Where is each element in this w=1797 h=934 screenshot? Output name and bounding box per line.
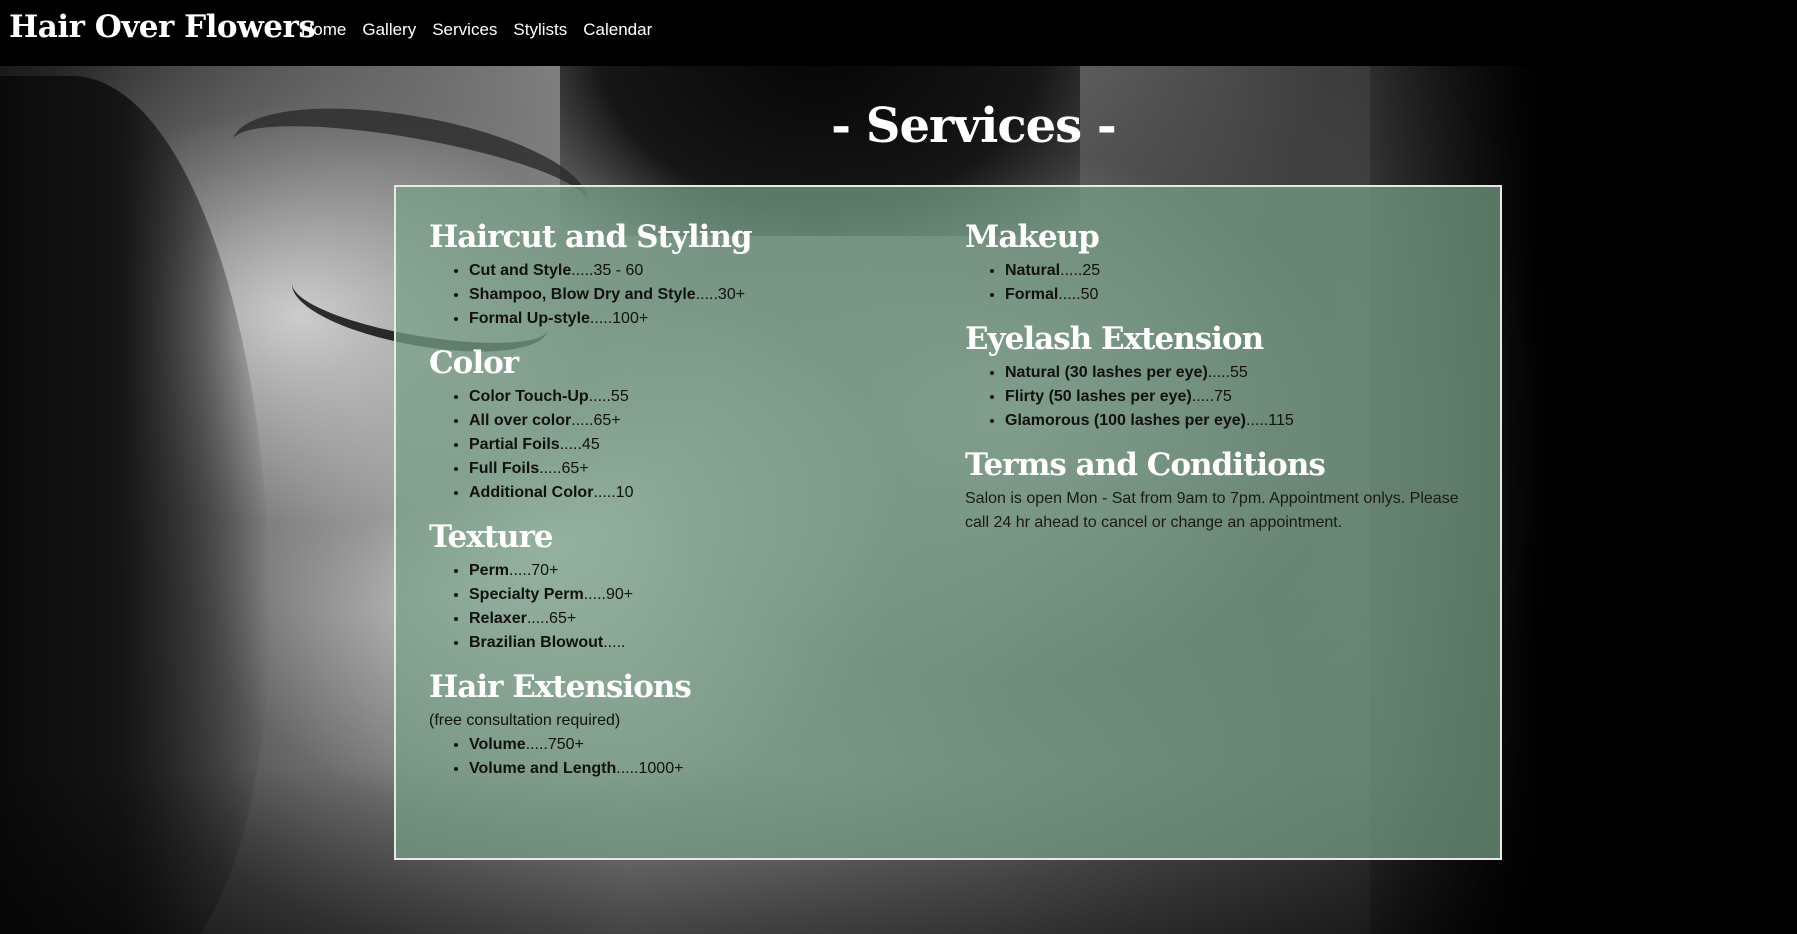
list-item: Formal Up-style.....100+ [469, 307, 929, 331]
services-panel: Haircut and Styling Cut and Style.....35… [394, 185, 1502, 860]
consultation-note: (free consultation required) [429, 712, 621, 729]
item-name: Natural [1005, 262, 1061, 279]
list-item: Flirty (50 lashes per eye).....75 [1005, 385, 1475, 409]
item-name: Relaxer [469, 610, 527, 627]
item-price: .....65+ [526, 610, 577, 627]
nav-services-link[interactable]: Services [432, 19, 497, 41]
item-price: .....75 [1191, 388, 1232, 405]
item-name: Color Touch-Up [469, 388, 589, 405]
section-title-color: Color [429, 345, 519, 381]
item-price: .....1000+ [616, 760, 684, 777]
item-price: .....25 [1060, 262, 1101, 279]
item-price: .....55 [588, 388, 629, 405]
list-item: Natural.....25 [1005, 259, 1475, 283]
services-left-column: Haircut and Styling Cut and Style.....35… [429, 217, 929, 793]
item-name: Full Foils [469, 460, 540, 477]
nav-calendar-link[interactable]: Calendar [583, 19, 652, 41]
item-price: .....55 [1207, 364, 1248, 381]
list-item: Cut and Style.....35 - 60 [469, 259, 929, 283]
nav-home-link[interactable]: Home [301, 19, 346, 41]
color-list: Color Touch-Up.....55 All over color....… [429, 385, 929, 505]
item-name: Flirty (50 lashes per eye) [1005, 388, 1192, 405]
section-title-texture: Texture [429, 519, 554, 555]
list-item: Specialty Perm.....90+ [469, 583, 929, 607]
item-name: Shampoo, Blow Dry and Style [469, 286, 696, 303]
list-item: Formal.....50 [1005, 283, 1475, 307]
item-name: Volume and Length [469, 760, 617, 777]
list-item: Perm.....70+ [469, 559, 929, 583]
brand-logo[interactable]: Hair Over Flowers [9, 6, 316, 48]
list-item: Color Touch-Up.....55 [469, 385, 929, 409]
item-name: Additional Color [469, 484, 594, 501]
list-item: Volume.....750+ [469, 733, 929, 757]
item-price: .....30+ [695, 286, 746, 303]
page: Hair Over Flowers Home Gallery Services … [0, 0, 1797, 934]
list-item: Relaxer.....65+ [469, 607, 929, 631]
list-item: Full Foils.....65+ [469, 457, 929, 481]
haircut-list: Cut and Style.....35 - 60 Shampoo, Blow … [429, 259, 929, 331]
section-title-eyelash: Eyelash Extension [965, 321, 1264, 357]
item-name: Perm [469, 562, 510, 579]
page-title: - Services - [831, 98, 1117, 154]
item-name: Volume [469, 736, 526, 753]
item-name: All over color [469, 412, 572, 429]
list-item: Glamorous (100 lashes per eye).....115 [1005, 409, 1475, 433]
item-name: Glamorous (100 lashes per eye) [1005, 412, 1246, 429]
item-price: .....70+ [509, 562, 559, 579]
section-title-haircut: Haircut and Styling [429, 219, 753, 255]
item-name: Specialty Perm [469, 586, 584, 603]
item-price: .....35 - 60 [571, 262, 644, 279]
item-price: .....10 [593, 484, 634, 501]
list-item: Additional Color.....10 [469, 481, 929, 505]
item-price: .....90+ [583, 586, 634, 603]
section-title-makeup: Makeup [965, 219, 1100, 255]
item-name: Natural (30 lashes per eye) [1005, 364, 1208, 381]
extensions-list: Volume.....750+ Volume and Length.....10… [429, 733, 929, 781]
section-title-extensions: Hair Extensions [429, 669, 692, 705]
nav-links: Home Gallery Services Stylists Calendar [301, 19, 668, 41]
eyelash-list: Natural (30 lashes per eye).....55 Flirt… [965, 361, 1475, 433]
item-name: Partial Foils [469, 436, 560, 453]
item-price: .....45 [559, 436, 600, 453]
list-item: Partial Foils.....45 [469, 433, 929, 457]
list-item: Brazilian Blowout..... [469, 631, 929, 655]
terms-text: Salon is open Mon - Sat from 9am to 7pm.… [965, 490, 1459, 531]
item-price: .....65+ [539, 460, 589, 477]
item-price: ..... [603, 634, 626, 651]
item-price: .....750+ [525, 736, 584, 753]
list-item: All over color.....65+ [469, 409, 929, 433]
makeup-list: Natural.....25 Formal.....50 [965, 259, 1475, 307]
section-title-terms: Terms and Conditions [965, 447, 1326, 483]
item-price: .....115 [1246, 412, 1294, 429]
item-name: Cut and Style [469, 262, 572, 279]
nav-gallery-link[interactable]: Gallery [362, 19, 416, 41]
list-item: Natural (30 lashes per eye).....55 [1005, 361, 1475, 385]
item-name: Formal Up-style [469, 310, 590, 327]
list-item: Volume and Length.....1000+ [469, 757, 929, 781]
top-navbar: Hair Over Flowers Home Gallery Services … [0, 0, 1797, 66]
item-name: Brazilian Blowout [469, 634, 604, 651]
item-name: Formal [1005, 286, 1059, 303]
nav-stylists-link[interactable]: Stylists [513, 19, 567, 41]
item-price: .....50 [1058, 286, 1099, 303]
texture-list: Perm.....70+ Specialty Perm.....90+ Rela… [429, 559, 929, 655]
item-price: .....100+ [589, 310, 649, 327]
page-heading: - Services - [0, 96, 1797, 156]
services-right-column: Makeup Natural.....25 Formal.....50 Eyel… [965, 217, 1475, 535]
list-item: Shampoo, Blow Dry and Style.....30+ [469, 283, 929, 307]
item-price: .....65+ [571, 412, 621, 429]
